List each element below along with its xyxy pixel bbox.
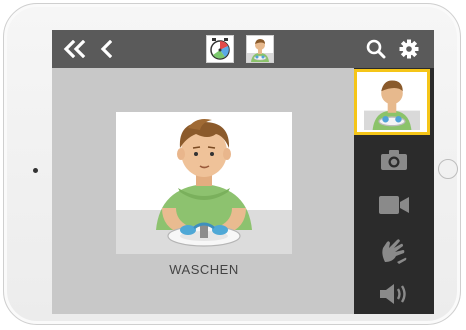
side-item-camera[interactable] [354, 140, 434, 180]
boy-washing-hands-picture [116, 112, 292, 254]
speaker-icon [380, 284, 406, 304]
activity-label: WASCHEN [169, 262, 239, 277]
side-item-video[interactable] [354, 184, 434, 226]
media-side-panel [354, 68, 434, 314]
home-button[interactable] [438, 159, 458, 179]
camera-icon [381, 150, 407, 170]
search-button[interactable] [364, 30, 388, 68]
washing-hands-thumbnail [247, 39, 273, 62]
search-icon [366, 39, 386, 59]
app-screen: WASCHEN [52, 30, 434, 314]
top-bar [52, 30, 434, 68]
back-button[interactable] [94, 30, 118, 68]
side-item-picture[interactable] [354, 69, 430, 135]
activity-card[interactable] [116, 112, 292, 254]
back-to-start-button[interactable] [58, 30, 92, 68]
double-chevron-left-icon [63, 40, 86, 58]
chevron-left-icon [100, 40, 112, 58]
washing-hands-thumbnail [364, 80, 420, 130]
side-item-audio[interactable] [354, 274, 434, 314]
timer-thumbnail[interactable] [206, 35, 234, 63]
front-camera [33, 168, 38, 173]
side-item-sign-language[interactable] [354, 230, 434, 270]
settings-button[interactable] [396, 30, 422, 68]
current-activity-thumbnail[interactable] [246, 35, 274, 63]
timer-clock-icon [210, 38, 230, 60]
tablet-frame: WASCHEN [3, 3, 461, 325]
gear-icon [399, 39, 419, 59]
video-camera-icon [379, 196, 409, 214]
sign-language-hand-icon [382, 239, 407, 264]
